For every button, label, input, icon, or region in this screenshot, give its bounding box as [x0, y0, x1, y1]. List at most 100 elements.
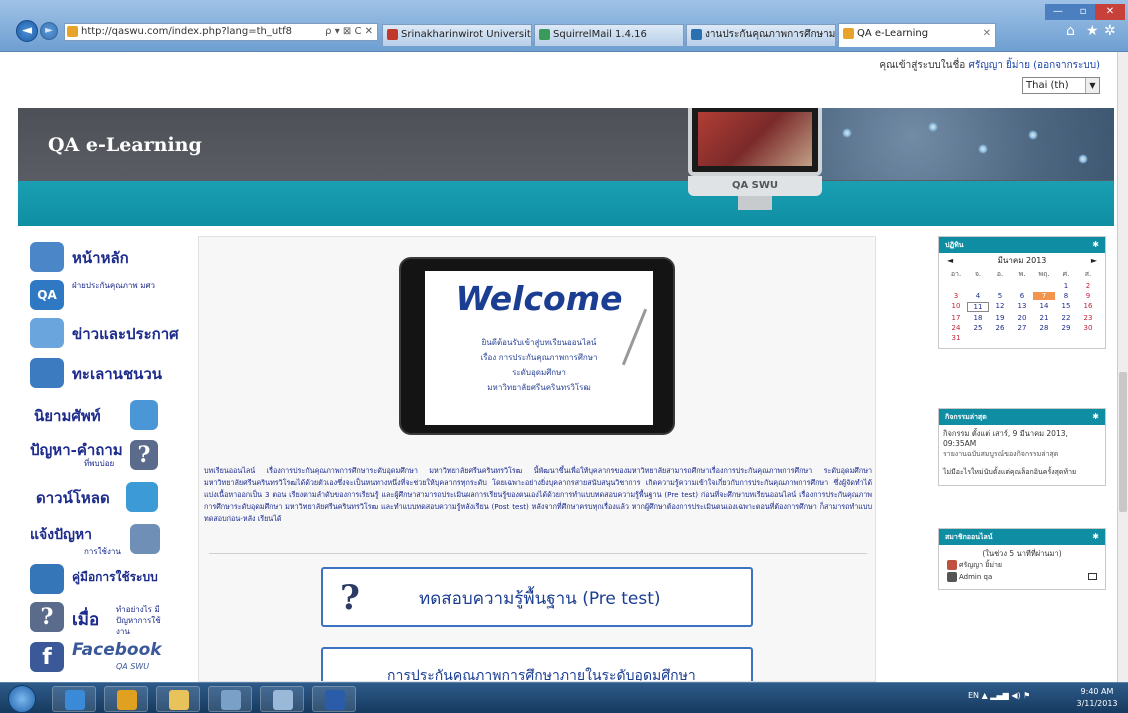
- welcome-lines: ยินดีต้อนรับเข้าสู่บทเรียนออนไลน์ เรื่อง…: [425, 335, 653, 395]
- welcome-line: ยินดีต้อนรับเข้าสู่บทเรียนออนไลน์: [481, 338, 597, 347]
- home-icon[interactable]: ⌂: [1066, 23, 1075, 39]
- calendar-day[interactable]: 26: [989, 324, 1011, 332]
- calendar-day[interactable]: 3: [945, 292, 967, 300]
- calendar-day[interactable]: 14: [1033, 302, 1055, 312]
- calendar-day[interactable]: 8: [1055, 292, 1077, 300]
- minimize-button[interactable]: —: [1045, 4, 1071, 20]
- favorites-star-icon[interactable]: ★: [1086, 23, 1099, 39]
- taskbar-app-word[interactable]: [312, 686, 356, 712]
- calendar-day[interactable]: 28: [1033, 324, 1055, 332]
- message-envelope-icon[interactable]: [1088, 573, 1097, 580]
- nav-label: Facebook: [72, 640, 162, 660]
- calendar-day[interactable]: 11: [967, 302, 989, 312]
- tray-up-arrow-icon[interactable]: ▲: [982, 691, 991, 700]
- nav-glossary[interactable]: นิยามศัพท์: [26, 396, 174, 434]
- nav-label: ทะเลานชนวน: [72, 365, 163, 383]
- nav-howto[interactable]: ? เมื่อ ทำอย่างไร มีปัญหาการใช้งาน: [26, 598, 174, 636]
- tab-qa-swu[interactable]: งานประกันคุณภาพการศึกษามศว: [686, 24, 836, 46]
- taskbar-app-ie[interactable]: [52, 686, 96, 712]
- collapse-icon[interactable]: ✱: [1092, 529, 1099, 545]
- logout-link[interactable]: (ออกจากระบบ): [1033, 60, 1100, 71]
- nav-news[interactable]: ข่าวและประกาศ: [26, 314, 179, 352]
- taskbar-app-network[interactable]: [208, 686, 252, 712]
- course-button[interactable]: การประกันคุณภาพการศึกษาภายในระดับอุดมศึก…: [321, 647, 753, 681]
- calendar-day[interactable]: 17: [945, 314, 967, 322]
- calendar-day[interactable]: 4: [967, 292, 989, 300]
- nav-label: ข่าวและประกาศ: [72, 325, 179, 343]
- nav-home[interactable]: หน้าหลัก: [26, 238, 174, 276]
- nav-facebook[interactable]: f Facebook QA SWU: [26, 638, 174, 676]
- page-scrollbar[interactable]: [1117, 52, 1128, 682]
- question-mark-icon: ?: [130, 440, 158, 470]
- close-tab-icon[interactable]: ✕: [983, 24, 991, 44]
- tab-qa-elearning[interactable]: QA e-Learning ✕: [838, 23, 996, 47]
- nav-download[interactable]: ดาวน์โหลด: [26, 478, 174, 516]
- tab-squirrelmail[interactable]: SquirrelMail 1.4.16: [534, 24, 684, 46]
- calendar-day[interactable]: 13: [1011, 302, 1033, 312]
- next-month-icon[interactable]: ►: [1091, 253, 1097, 269]
- pretest-button[interactable]: ? ทดสอบความรู้พื้นฐาน (Pre test): [321, 567, 753, 627]
- collapse-icon[interactable]: ✱: [1092, 237, 1099, 253]
- calendar-day[interactable]: 23: [1077, 314, 1099, 322]
- calendar-day[interactable]: 29: [1055, 324, 1077, 332]
- calendar-day[interactable]: 30: [1077, 324, 1099, 332]
- network-signal-icon[interactable]: ▂▄▆: [990, 691, 1008, 700]
- online-user[interactable]: ศรัญญา ยิ้ม่าย: [943, 559, 1101, 571]
- start-button[interactable]: [8, 685, 36, 713]
- calendar-day[interactable]: 18: [967, 314, 989, 322]
- calendar-day[interactable]: 15: [1055, 302, 1077, 312]
- welcome-line: มหาวิทยาลัยศรีนครินทรวิโรฒ: [487, 383, 591, 392]
- calendar-day[interactable]: 9: [1077, 292, 1099, 300]
- collapse-icon[interactable]: ✱: [1092, 409, 1099, 425]
- online-user-name: ศรัญญา ยิ้ม่าย: [959, 561, 1003, 569]
- calendar-day[interactable]: 19: [989, 314, 1011, 322]
- tab-label: SquirrelMail 1.4.16: [553, 29, 647, 40]
- forward-button[interactable]: ►: [40, 22, 58, 40]
- volume-icon[interactable]: ◀): [1011, 691, 1023, 700]
- taskbar-app-explorer[interactable]: [156, 686, 200, 712]
- nav-faq[interactable]: ปัญหา-คำถาม ที่พบบ่อย ?: [26, 436, 174, 474]
- close-window-button[interactable]: ✕: [1095, 4, 1125, 20]
- login-user-link[interactable]: ศรัญญา ยิ้ม่าย: [968, 60, 1029, 71]
- calendar-day[interactable]: 1: [1055, 282, 1077, 290]
- taskbar-app-control[interactable]: [260, 686, 304, 712]
- settings-gear-icon[interactable]: ✲: [1104, 23, 1116, 39]
- language-select[interactable]: Thai (th) ▼: [1022, 77, 1100, 94]
- calendar-day[interactable]: 25: [967, 324, 989, 332]
- back-button[interactable]: ◄: [16, 20, 38, 42]
- address-bar[interactable]: http://qaswu.com/index.php?lang=th_utf8 …: [64, 23, 378, 41]
- calendar-day[interactable]: 24: [945, 324, 967, 332]
- download-folder-icon: [126, 482, 158, 512]
- calendar-day[interactable]: 22: [1055, 314, 1077, 322]
- full-report-link[interactable]: รายงานฉบับสมบูรณ์ของกิจกรรมล่าสุด: [943, 449, 1101, 459]
- nav-manual[interactable]: คู่มือการใช้ระบบ: [26, 560, 174, 598]
- calendar-day[interactable]: 7: [1033, 292, 1055, 300]
- maximize-button[interactable]: ▫: [1071, 4, 1095, 20]
- nav-register[interactable]: ทะเลานชนวน: [26, 354, 174, 392]
- language-indicator[interactable]: EN: [968, 691, 979, 700]
- online-user[interactable]: Admin qa: [943, 571, 1101, 583]
- calendar-day[interactable]: 2: [1077, 282, 1099, 290]
- action-center-icon[interactable]: ⚑: [1023, 691, 1030, 700]
- calendar-day[interactable]: 6: [1011, 292, 1033, 300]
- calendar-day[interactable]: 10: [945, 302, 967, 312]
- scrollbar-thumb[interactable]: [1119, 372, 1127, 512]
- clock[interactable]: 9:40 AM 3/11/2013: [1070, 686, 1124, 710]
- calendar-empty-cell: [1033, 282, 1055, 290]
- taskbar-app-chrome[interactable]: [104, 686, 148, 712]
- calendar-day[interactable]: 21: [1033, 314, 1055, 322]
- nav-label: คู่มือการใช้ระบบ: [72, 570, 158, 584]
- calendar-day[interactable]: 12: [989, 302, 1011, 312]
- tab-swu[interactable]: Srinakharinwirot University : ...: [382, 24, 532, 46]
- nav-qa-swu[interactable]: QA ฝ่ายประกันคุณภาพ มศว: [26, 276, 174, 314]
- calendar-day[interactable]: 5: [989, 292, 1011, 300]
- prev-month-icon[interactable]: ◄: [947, 253, 953, 269]
- calendar-day[interactable]: 31: [945, 334, 967, 342]
- calendar-day[interactable]: 27: [1011, 324, 1033, 332]
- calendar-day[interactable]: 20: [1011, 314, 1033, 322]
- browser-chrome: — ▫ ✕ ◄ ► http://qaswu.com/index.php?lan…: [0, 0, 1128, 52]
- nav-report-problem[interactable]: แจ้งปัญหา การใช้งาน: [26, 520, 174, 558]
- divider: [209, 553, 867, 554]
- calendar-day[interactable]: 16: [1077, 302, 1099, 312]
- address-controls[interactable]: ρ ▾ ⊠ C ✕: [325, 24, 373, 40]
